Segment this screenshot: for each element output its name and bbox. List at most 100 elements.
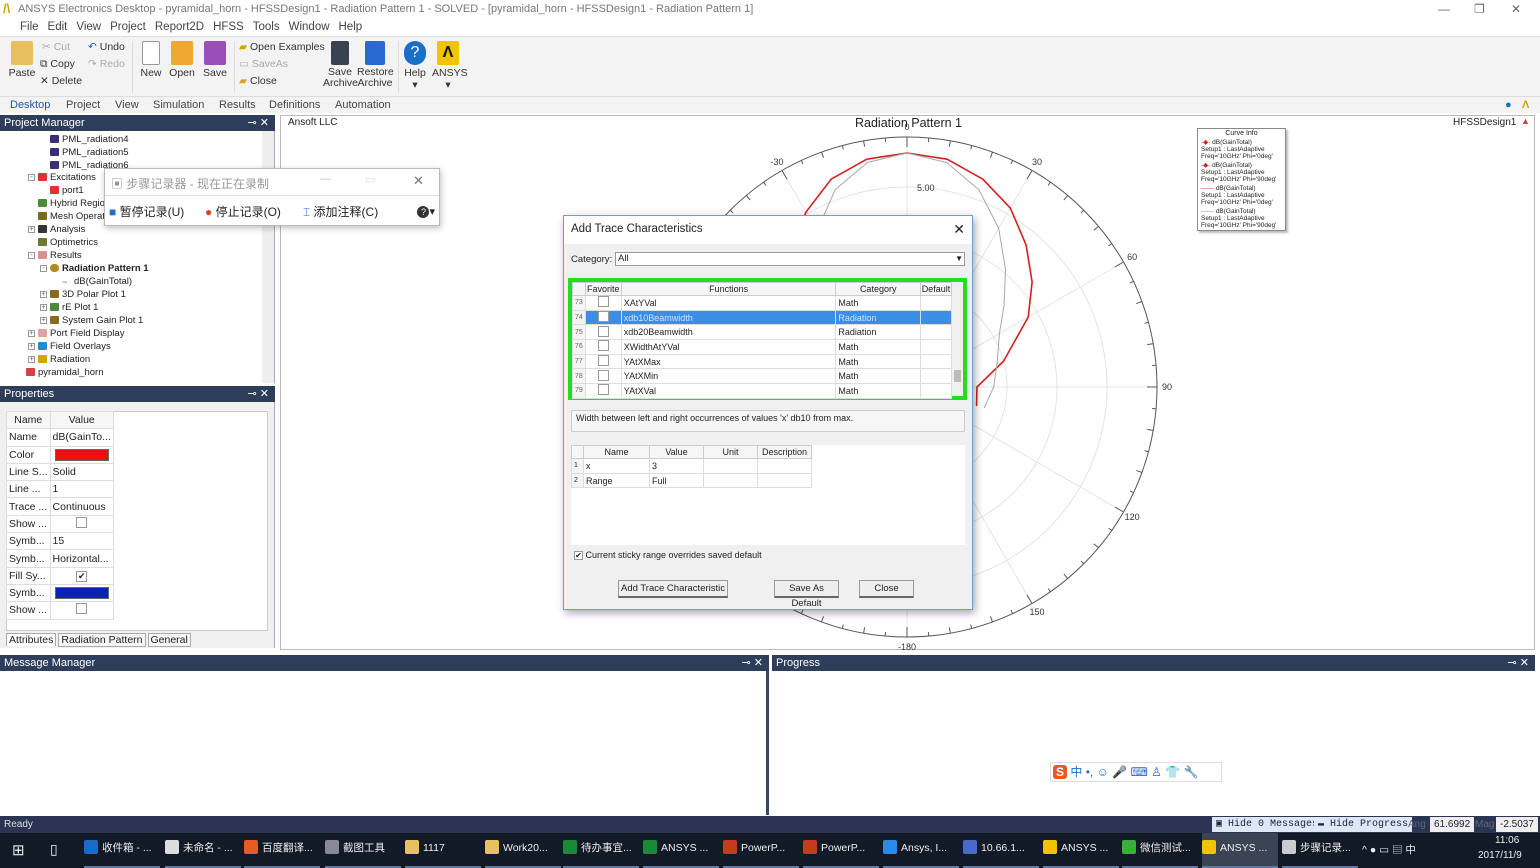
function-row[interactable]: 74 xdb10Beamwidth Radiation xyxy=(572,309,952,326)
recorder-maximize[interactable]: ▭ xyxy=(365,173,375,186)
add-trace-characteristic-button[interactable]: Add Trace Characteristic xyxy=(618,580,728,598)
function-row[interactable]: 75 xdb20Beamwidth Radiation xyxy=(572,324,952,341)
pin-close-icons[interactable]: ⊸ ✕ xyxy=(1508,655,1530,671)
pin-close-icons[interactable]: ⊸ ✕ xyxy=(248,386,270,402)
pin-close-icons[interactable]: ⊸ ✕ xyxy=(248,115,270,131)
tab-attributes[interactable]: Attributes xyxy=(6,633,57,646)
recorder-close[interactable]: ✕ xyxy=(413,173,424,189)
taskbar-app[interactable]: Work20... xyxy=(485,833,561,868)
favorite-checkbox[interactable] xyxy=(597,296,609,308)
col-header[interactable]: Functions xyxy=(620,282,837,296)
function-name[interactable]: xdb10Beamwidth xyxy=(620,309,837,326)
saveas-button[interactable]: ▭ SaveAs xyxy=(239,58,288,70)
legend-entry[interactable]: —— dB(GainTotal) Setup1 : LastAdaptive Fre… xyxy=(1201,185,1282,206)
legend-entry[interactable]: —— dB(GainTotal) Setup1 : LastAdaptive Fre… xyxy=(1201,208,1282,229)
tree-item[interactable]: 3D Polar Plot 1 xyxy=(50,289,126,301)
tray-icons[interactable]: ^ ● ▭ ▤ 中 xyxy=(1362,842,1416,857)
menu-hfss[interactable]: HFSS xyxy=(213,21,244,33)
maximize-button[interactable]: ❐ xyxy=(1474,0,1485,18)
function-row[interactable]: 79 YAtXVal Math xyxy=(572,383,952,399)
favorite-checkbox[interactable] xyxy=(597,369,609,381)
taskbar-app[interactable]: 待办事宜... xyxy=(563,833,639,868)
tree-item[interactable]: Analysis xyxy=(38,224,85,236)
ime-toolbar[interactable]: S 中 •, ☺ 🎤 ⌨ ♙ 👕 🔧 xyxy=(1050,762,1222,782)
function-name[interactable]: YAtXVal xyxy=(620,383,837,399)
save-as-default-button[interactable]: Save As Default xyxy=(774,580,839,609)
tray-ime[interactable]: 中 xyxy=(1405,844,1416,856)
function-row[interactable]: 73 XAtYVal Math xyxy=(572,295,952,311)
redo-button[interactable]: ↷ Redo xyxy=(88,58,125,70)
show-checkbox[interactable] xyxy=(76,516,88,528)
cut-button[interactable]: ✂ Cut xyxy=(42,41,70,53)
tree-item[interactable]: PML_radiation4 xyxy=(50,134,129,146)
taskbar-app[interactable]: 截图工具 xyxy=(325,833,401,868)
start-button[interactable]: ⊞ xyxy=(12,841,25,859)
dialog-close-icon[interactable]: ✕ xyxy=(953,216,965,242)
menu-view[interactable]: View xyxy=(76,21,101,33)
tree-item-results[interactable]: Results xyxy=(38,250,82,262)
show-checkbox[interactable] xyxy=(76,603,88,615)
restore-archive-button[interactable]: Restore Archive xyxy=(357,41,394,89)
ansys-button[interactable]: Λ ANSYS ▾ xyxy=(432,41,468,91)
col-header[interactable] xyxy=(572,282,586,296)
taskbar-app[interactable]: 未命名 - ... xyxy=(165,833,241,868)
function-row[interactable]: 76 XWidthAtYVal Math xyxy=(572,339,952,355)
clock-date[interactable]: 2017/11/9 xyxy=(1478,850,1522,861)
param-row[interactable]: 2 Range Full xyxy=(571,472,812,489)
menu-window[interactable]: Window xyxy=(289,21,330,33)
tree-item-radiation-pattern[interactable]: Radiation Pattern 1 xyxy=(50,263,149,275)
close-project-button[interactable]: ▰ Close xyxy=(239,75,277,87)
symbol-color-swatch[interactable] xyxy=(54,587,109,600)
save-button[interactable]: Save xyxy=(202,41,228,79)
tree-item[interactable]: PML_radiation5 xyxy=(50,147,129,159)
new-button[interactable]: New xyxy=(139,41,163,79)
col-header[interactable]: Default xyxy=(920,282,952,296)
taskbar-app[interactable]: 百度翻译... xyxy=(244,833,320,868)
tree-item-excitations[interactable]: Excitations xyxy=(38,172,96,184)
taskbar-app[interactable]: 微信测试... xyxy=(1122,833,1198,868)
pause-record-button[interactable]: ■ 暂停记录(U) xyxy=(109,204,185,220)
tree-item-design[interactable]: pyramidal_horn xyxy=(26,367,103,379)
function-row[interactable]: 77 YAtXMax Math xyxy=(572,353,952,370)
clock-time[interactable]: 11:06 xyxy=(1495,835,1519,846)
task-view-icon[interactable]: ▯ xyxy=(50,841,58,858)
favorite-checkbox[interactable] xyxy=(597,311,609,323)
tree-item[interactable]: System Gain Plot 1 xyxy=(50,315,143,327)
legend-entry[interactable]: -◆- dB(GainTotal) Setup1 : LastAdaptive Fr… xyxy=(1201,139,1282,160)
param-row[interactable]: 1x3 xyxy=(571,458,812,474)
fill-symbol-checkbox[interactable]: ✔ xyxy=(76,570,88,582)
tab-general[interactable]: General xyxy=(147,633,191,647)
save-archive-button[interactable]: Save Archive xyxy=(323,41,358,89)
open-button[interactable]: Open xyxy=(169,41,195,79)
taskbar-app[interactable]: 步骤记录... xyxy=(1282,833,1358,868)
taskbar-app[interactable]: PowerP... xyxy=(803,833,879,868)
menu-help[interactable]: Help xyxy=(339,21,363,33)
paste-button[interactable]: Paste xyxy=(8,41,36,79)
delete-button[interactable]: ✕ Delete xyxy=(40,75,82,87)
taskbar-app[interactable]: 收件箱 - ... xyxy=(84,833,160,868)
function-name[interactable]: YAtXMax xyxy=(620,353,837,370)
tree-item-trace[interactable]: ~ dB(GainTotal) xyxy=(62,276,132,288)
favorite-checkbox[interactable] xyxy=(597,355,609,367)
menu-report2d[interactable]: Report2D xyxy=(155,21,204,33)
help-small-icon[interactable]: ● xyxy=(1505,97,1512,113)
sticky-checkbox[interactable]: ✔ Current sticky range overrides saved d… xyxy=(574,550,762,560)
function-name[interactable]: YAtXMin xyxy=(620,368,837,385)
functions-scrollbar[interactable] xyxy=(952,282,963,396)
tab-radiation-pattern[interactable]: Radiation Pattern xyxy=(58,633,146,647)
function-name[interactable]: xdb20Beamwidth xyxy=(620,324,837,341)
taskbar-app[interactable]: 1117 xyxy=(405,833,481,868)
tree-item[interactable]: rE Plot 1 xyxy=(50,302,98,314)
pin-close-icons[interactable]: ⊸ ✕ xyxy=(742,655,764,671)
recorder-minimize[interactable]: — xyxy=(320,173,331,185)
tab-project[interactable]: Project xyxy=(66,97,100,113)
tree-item[interactable]: Radiation xyxy=(38,354,90,366)
tab-simulation[interactable]: Simulation xyxy=(153,97,204,113)
taskbar-app[interactable]: ANSYS ... xyxy=(1202,833,1278,868)
hide-messages-button[interactable]: ▣ Hide 0 Messages xyxy=(1212,817,1323,832)
minimize-button[interactable]: — xyxy=(1438,0,1450,18)
add-comment-button[interactable]: ⌶ 添加注释(C) xyxy=(303,204,379,220)
recorder-help-button[interactable]: ? ▾ xyxy=(417,204,435,220)
taskbar-app[interactable]: Ansys, I... xyxy=(883,833,959,868)
category-select[interactable]: All ▼ xyxy=(615,252,965,266)
